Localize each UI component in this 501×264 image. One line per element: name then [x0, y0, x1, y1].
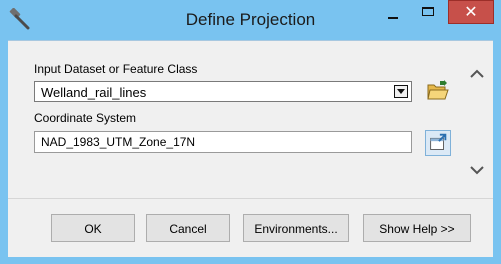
cancel-button[interactable]: Cancel	[146, 214, 230, 242]
dataset-value: Welland_rail_lines	[41, 85, 147, 100]
button-bar: OK Cancel Environments... Show Help >>	[8, 198, 493, 257]
parameters-panel: Input Dataset or Feature Class Welland_r…	[8, 40, 493, 199]
folder-open-icon[interactable]	[425, 78, 451, 104]
dataset-label: Input Dataset or Feature Class	[34, 62, 198, 76]
coordinate-system-label: Coordinate System	[34, 111, 137, 125]
chevron-up-icon[interactable]	[468, 67, 486, 81]
define-projection-dialog: Define Projection ✕ Input Dataset or Fea…	[0, 0, 501, 264]
coordinate-properties-icon[interactable]	[425, 130, 451, 156]
environments-button[interactable]: Environments...	[243, 214, 349, 242]
show-help-button[interactable]: Show Help >>	[363, 214, 471, 242]
dropdown-arrow-icon[interactable]	[394, 85, 408, 98]
ok-button[interactable]: OK	[51, 214, 135, 242]
maximize-button[interactable]	[414, 1, 444, 27]
close-icon: ✕	[464, 2, 478, 21]
coordinate-system-input[interactable]	[34, 131, 412, 153]
title-bar[interactable]: Define Projection ✕	[0, 0, 501, 40]
chevron-down-icon[interactable]	[468, 163, 486, 177]
close-button[interactable]: ✕	[448, 0, 494, 24]
minimize-button[interactable]	[378, 1, 408, 27]
dataset-combobox[interactable]: Welland_rail_lines	[34, 81, 412, 102]
